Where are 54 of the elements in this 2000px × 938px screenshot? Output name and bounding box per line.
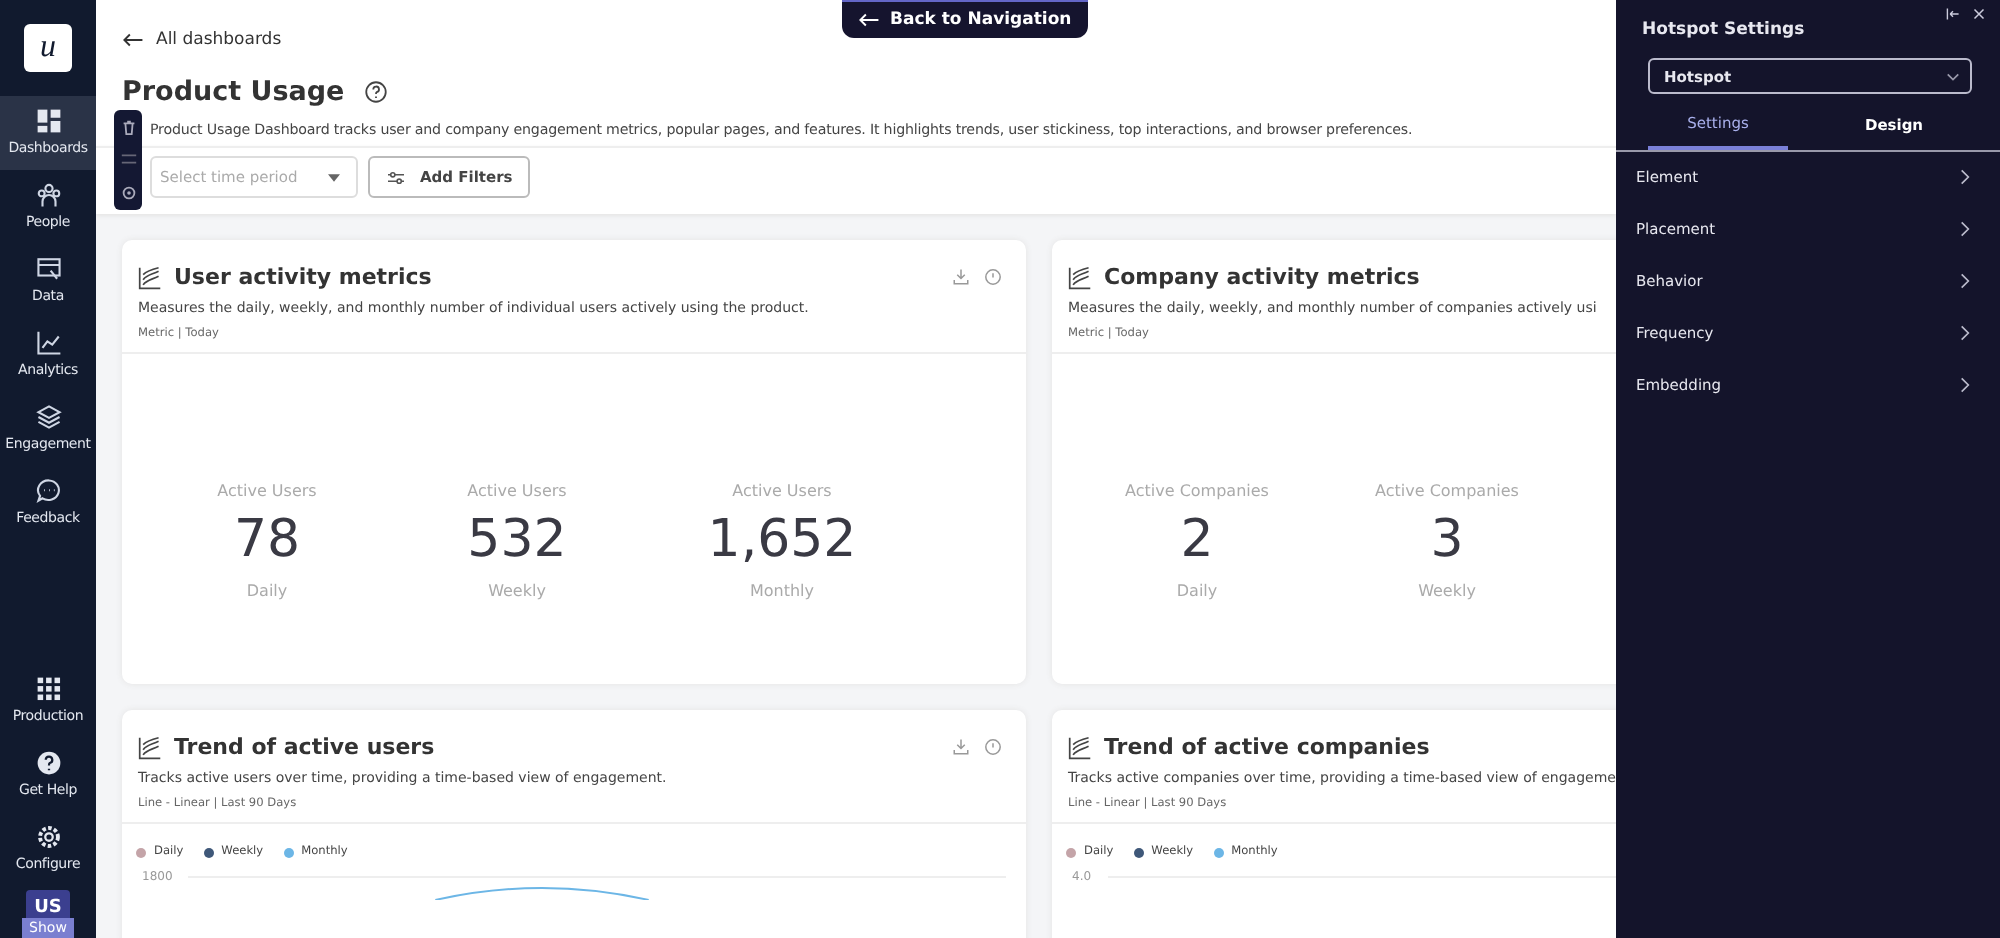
panel-title: Hotspot Settings	[1642, 20, 1805, 40]
chevron-down-icon	[1946, 71, 1960, 81]
chart-icon	[138, 265, 162, 289]
all-dashboards-link[interactable]: All dashboards	[122, 30, 282, 50]
app-logo[interactable]: u	[24, 24, 72, 72]
chevron-right-icon	[1960, 168, 1970, 186]
chart-icon	[138, 735, 162, 759]
card-title: User activity metrics	[174, 264, 434, 290]
metric-label: Active Users	[732, 482, 832, 501]
collapse-icon[interactable]	[1946, 8, 1960, 20]
caret-icon	[328, 173, 340, 181]
settings-icon	[35, 824, 61, 850]
dashboard-icon	[35, 108, 61, 134]
metric-value: 3	[1430, 512, 1464, 570]
chevron-right-icon	[1960, 220, 1970, 238]
download-icon[interactable]	[952, 268, 970, 286]
chart-window-icon	[35, 256, 61, 282]
chevron-right-icon	[1960, 324, 1970, 342]
metric-period: Monthly	[749, 581, 815, 600]
metric-label: Active Companies	[1375, 482, 1519, 501]
chart-icon	[1068, 265, 1092, 289]
help-icon	[35, 750, 61, 776]
metric-period: Daily	[246, 581, 288, 600]
people-icon	[35, 182, 61, 208]
back-to-navigation-button[interactable]: Back to Navigation	[842, 0, 1088, 38]
layers-icon	[35, 404, 61, 430]
metric-period: Weekly	[1418, 581, 1476, 600]
metric-value: 78	[233, 512, 301, 570]
metric-label: Active Users	[217, 482, 317, 501]
card-title: Trend of active users	[174, 734, 437, 760]
metric-value: 1,652	[707, 512, 857, 570]
chevron-right-icon	[1960, 376, 1970, 394]
metric-label: Active Companies	[1125, 482, 1269, 501]
close-icon[interactable]	[1972, 8, 1986, 20]
metric-value: 2	[1180, 512, 1214, 570]
download-icon[interactable]	[952, 738, 970, 756]
arrow-left-icon	[858, 12, 880, 28]
metric-period: Daily	[1176, 581, 1218, 600]
card-title: Trend of active companies	[1104, 734, 1432, 760]
trash-icon[interactable]	[119, 117, 137, 136]
user-avatar[interactable]: US	[25, 890, 70, 918]
arrow-left-icon	[122, 32, 144, 48]
chart-icon	[1068, 735, 1092, 759]
metric-period: Weekly	[488, 581, 546, 600]
grid-icon	[35, 676, 61, 702]
help-icon[interactable]	[364, 80, 389, 104]
metric-label: Active Users	[467, 482, 567, 501]
chat-bubble-icon	[35, 478, 61, 504]
line-chart-icon	[35, 330, 61, 356]
page-title: Product Usage	[122, 76, 345, 108]
card-title: Company activity metrics	[1104, 264, 1422, 290]
metric-value: 532	[467, 512, 567, 570]
chevron-right-icon	[1960, 272, 1970, 290]
target-icon[interactable]	[119, 184, 137, 203]
